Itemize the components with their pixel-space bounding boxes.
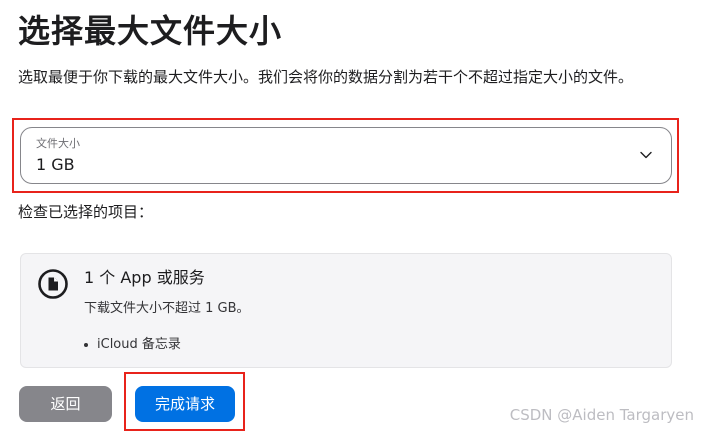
list-item-label: iCloud 备忘录	[97, 337, 181, 352]
bullet-icon	[84, 343, 88, 347]
document-icon	[38, 269, 68, 299]
selected-items-card: 1 个 App 或服务 下载文件大小不超过 1 GB。 iCloud 备忘录	[20, 253, 672, 368]
selected-items-heading: 检查已选择的项目：	[18, 203, 154, 221]
file-size-select-value: 1 GB	[36, 155, 75, 174]
card-subtitle: 下载文件大小不超过 1 GB。	[84, 301, 250, 316]
file-size-select[interactable]: 文件大小 1 GB	[20, 127, 672, 184]
card-title: 1 个 App 或服务	[84, 268, 205, 287]
file-size-select-label: 文件大小	[36, 137, 80, 150]
page: 选择最大文件大小 选取最便于你下载的最大文件大小。我们会将你的数据分割为若干个不…	[0, 0, 708, 435]
back-button[interactable]: 返回	[19, 386, 112, 422]
watermark: CSDN @Aiden Targaryen	[509, 406, 694, 424]
page-title: 选择最大文件大小	[18, 12, 283, 50]
chevron-down-icon	[640, 151, 652, 159]
list-item: iCloud 备忘录	[84, 336, 181, 354]
page-description: 选取最便于你下载的最大文件大小。我们会将你的数据分割为若干个不超过指定大小的文件…	[18, 68, 634, 86]
complete-request-button[interactable]: 完成请求	[135, 386, 235, 422]
